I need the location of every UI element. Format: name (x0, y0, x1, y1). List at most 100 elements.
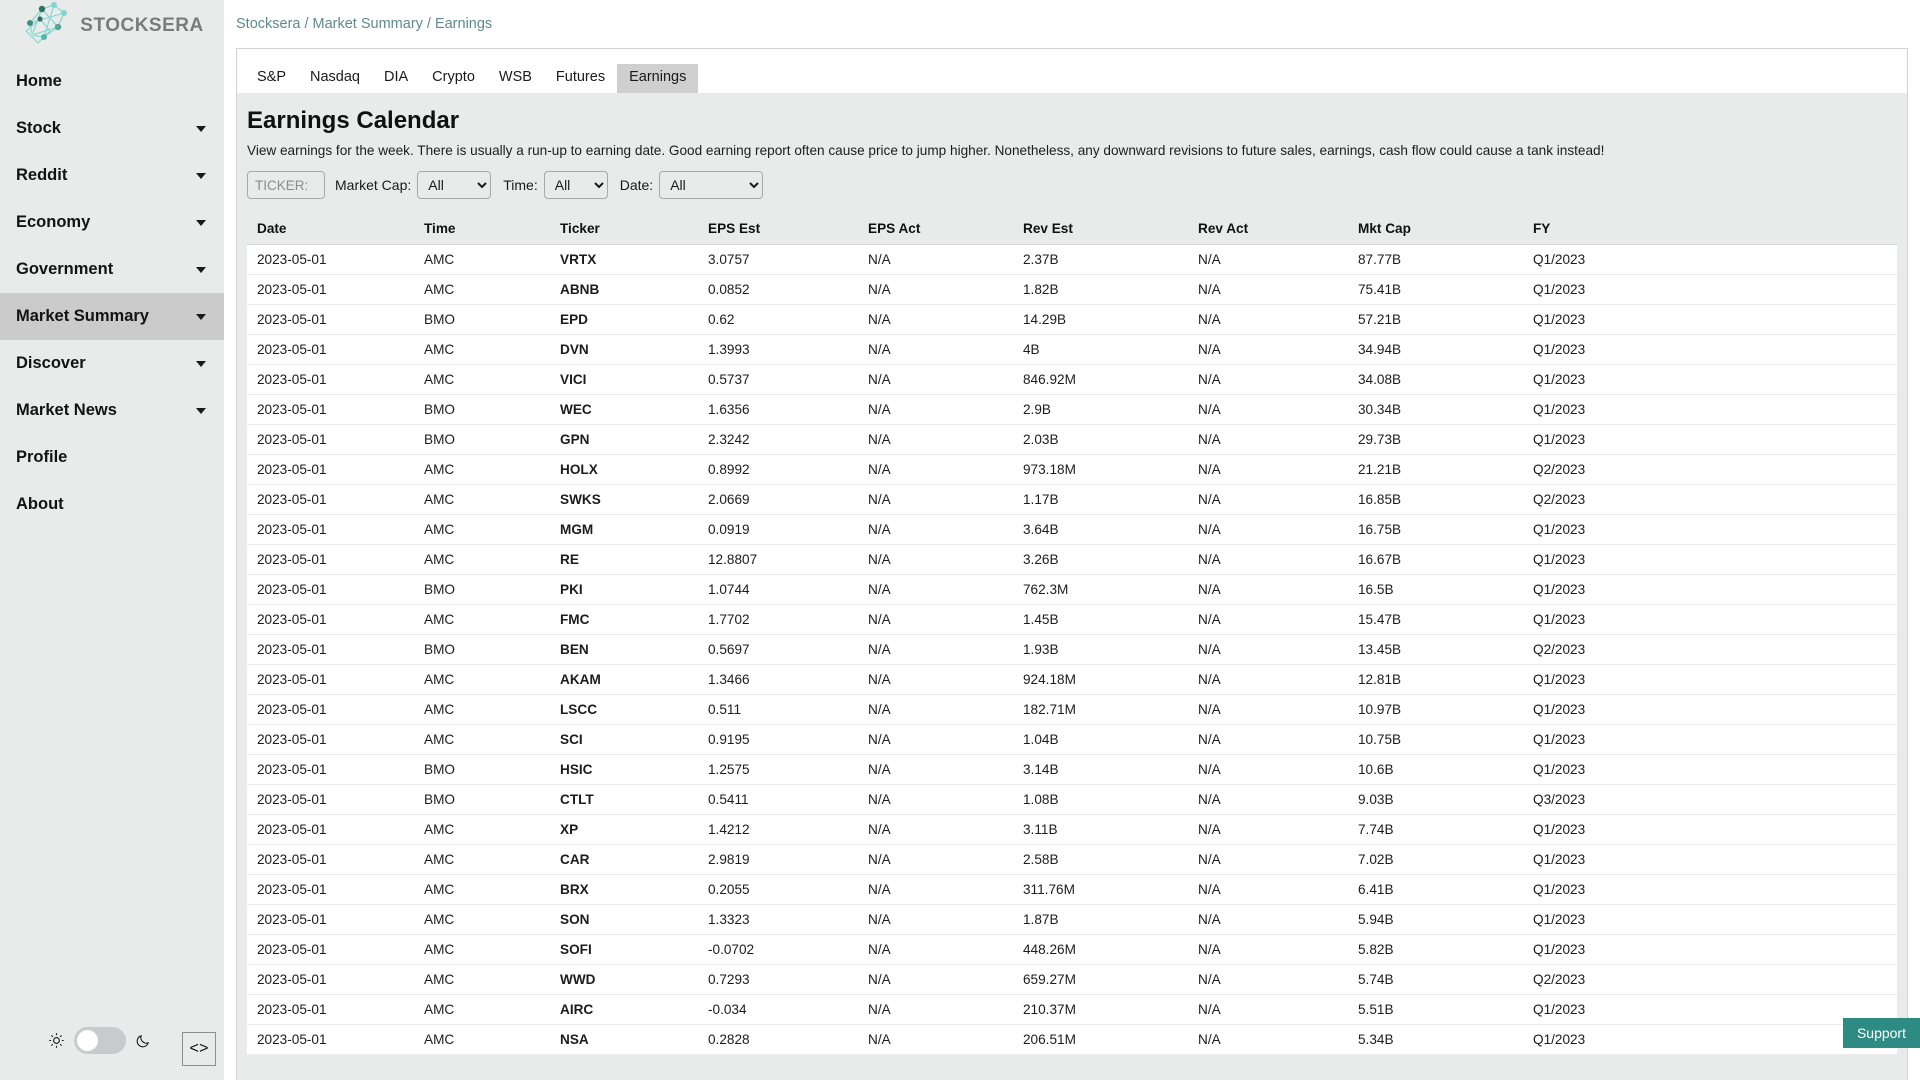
tab-earnings[interactable]: Earnings (617, 64, 698, 93)
sidebar-item-government[interactable]: Government (0, 246, 224, 293)
table-row[interactable]: 2023-05-01BMOGPN2.3242N/A2.03BN/A29.73BQ… (247, 425, 1897, 455)
table-row[interactable]: 2023-05-01AMCSWKS2.0669N/A1.17BN/A16.85B… (247, 485, 1897, 515)
table-row[interactable]: 2023-05-01BMOWEC1.6356N/A2.9BN/A30.34BQ1… (247, 395, 1897, 425)
cell-fy: Q1/2023 (1523, 305, 1897, 335)
column-header-eps-est[interactable]: EPS Est (698, 213, 858, 245)
tab-nasdaq[interactable]: Nasdaq (298, 64, 372, 93)
time-select[interactable]: All (544, 171, 608, 199)
brand[interactable]: STOCKSERA (0, 0, 224, 48)
cell-eps-est: 2.9819 (698, 845, 858, 875)
tab-futures[interactable]: Futures (544, 64, 617, 93)
table-row[interactable]: 2023-05-01BMOEPD0.62N/A14.29BN/A57.21BQ1… (247, 305, 1897, 335)
tab-dia[interactable]: DIA (372, 64, 420, 93)
cell-eps-est: 1.2575 (698, 755, 858, 785)
column-header-mkt-cap[interactable]: Mkt Cap (1348, 213, 1523, 245)
support-button[interactable]: Support (1843, 1018, 1920, 1048)
table-row[interactable]: 2023-05-01AMCVRTX3.0757N/A2.37BN/A87.77B… (247, 245, 1897, 275)
cell-date: 2023-05-01 (247, 455, 414, 485)
market-cap-select[interactable]: All (417, 171, 491, 199)
cell-ticker: CAR (550, 845, 698, 875)
column-header-date[interactable]: Date (247, 213, 414, 245)
cell-eps-est: 3.0757 (698, 245, 858, 275)
column-header-time[interactable]: Time (414, 213, 550, 245)
table-row[interactable]: 2023-05-01AMCVICI0.5737N/A846.92MN/A34.0… (247, 365, 1897, 395)
sidebar-item-market-summary[interactable]: Market Summary (0, 293, 224, 340)
table-row[interactable]: 2023-05-01BMOBEN0.5697N/A1.93BN/A13.45BQ… (247, 635, 1897, 665)
tab-sp[interactable]: S&P (245, 64, 298, 93)
cell-mkt-cap: 10.97B (1348, 695, 1523, 725)
cell-date: 2023-05-01 (247, 965, 414, 995)
table-row[interactable]: 2023-05-01AMCRE12.8807N/A3.26BN/A16.67BQ… (247, 545, 1897, 575)
table-row[interactable]: 2023-05-01AMCABNB0.0852N/A1.82BN/A75.41B… (247, 275, 1897, 305)
table-row[interactable]: 2023-05-01AMCFMC1.7702N/A1.45BN/A15.47BQ… (247, 605, 1897, 635)
cell-rev-est: 1.87B (1013, 905, 1188, 935)
cell-mkt-cap: 7.74B (1348, 815, 1523, 845)
table-row[interactable]: 2023-05-01AMCLSCC0.511N/A182.71MN/A10.97… (247, 695, 1897, 725)
cell-eps-est: 0.2828 (698, 1025, 858, 1055)
column-header-ticker[interactable]: Ticker (550, 213, 698, 245)
sun-icon (48, 1032, 65, 1049)
date-select[interactable]: All (659, 171, 763, 199)
sidebar-item-label: Reddit (16, 166, 67, 185)
table-row[interactable]: 2023-05-01BMOCTLT0.5411N/A1.08BN/A9.03BQ… (247, 785, 1897, 815)
cell-date: 2023-05-01 (247, 755, 414, 785)
table-row[interactable]: 2023-05-01AMCCAR2.9819N/A2.58BN/A7.02BQ1… (247, 845, 1897, 875)
table-row[interactable]: 2023-05-01AMCAKAM1.3466N/A924.18MN/A12.8… (247, 665, 1897, 695)
cell-rev-est: 659.27M (1013, 965, 1188, 995)
column-header-fy[interactable]: FY (1523, 213, 1897, 245)
table-row[interactable]: 2023-05-01AMCNSA0.2828N/A206.51MN/A5.34B… (247, 1025, 1897, 1055)
table-row[interactable]: 2023-05-01AMCSON1.3323N/A1.87BN/A5.94BQ1… (247, 905, 1897, 935)
tab-wsb[interactable]: WSB (487, 64, 544, 93)
cell-time: AMC (414, 935, 550, 965)
table-row[interactable]: 2023-05-01AMCSCI0.9195N/A1.04BN/A10.75BQ… (247, 725, 1897, 755)
column-header-rev-est[interactable]: Rev Est (1013, 213, 1188, 245)
cell-rev-est: 1.04B (1013, 725, 1188, 755)
theme-switch[interactable] (74, 1027, 126, 1054)
table-row[interactable]: 2023-05-01AMCSOFI-0.0702N/A448.26MN/A5.8… (247, 935, 1897, 965)
sidebar-item-market-news[interactable]: Market News (0, 387, 224, 434)
table-row[interactable]: 2023-05-01BMOPKI1.0744N/A762.3MN/A16.5BQ… (247, 575, 1897, 605)
cell-eps-est: 0.5737 (698, 365, 858, 395)
main-content: Stocksera / Market Summary / Earnings S&… (224, 0, 1920, 1080)
sidebar-item-about[interactable]: About (0, 481, 224, 528)
sidebar: STOCKSERA Home Stock Reddit Economy Gove… (0, 0, 224, 1080)
table-row[interactable]: 2023-05-01AMCHOLX0.8992N/A973.18MN/A21.2… (247, 455, 1897, 485)
cell-rev-est: 2.58B (1013, 845, 1188, 875)
cell-eps-est: 0.7293 (698, 965, 858, 995)
sidebar-collapse-button[interactable]: <> (182, 1032, 216, 1066)
table-row[interactable]: 2023-05-01BMOHSIC1.2575N/A3.14BN/A10.6BQ… (247, 755, 1897, 785)
column-header-eps-act[interactable]: EPS Act (858, 213, 1013, 245)
tab-crypto[interactable]: Crypto (420, 64, 487, 93)
table-row[interactable]: 2023-05-01AMCBRX0.2055N/A311.76MN/A6.41B… (247, 875, 1897, 905)
theme-toggle[interactable] (48, 1027, 152, 1054)
cell-eps-est: -0.0702 (698, 935, 858, 965)
cell-eps-act: N/A (858, 935, 1013, 965)
column-header-rev-act[interactable]: Rev Act (1188, 213, 1348, 245)
cell-eps-est: 1.0744 (698, 575, 858, 605)
cell-fy: Q1/2023 (1523, 605, 1897, 635)
cell-time: AMC (414, 695, 550, 725)
sidebar-item-home[interactable]: Home (0, 58, 224, 105)
sidebar-item-profile[interactable]: Profile (0, 434, 224, 481)
table-row[interactable]: 2023-05-01AMCAIRC-0.034N/A210.37MN/A5.51… (247, 995, 1897, 1025)
moon-icon (135, 1032, 152, 1049)
cell-eps-act: N/A (858, 635, 1013, 665)
sidebar-item-discover[interactable]: Discover (0, 340, 224, 387)
cell-mkt-cap: 29.73B (1348, 425, 1523, 455)
breadcrumb-separator: / (304, 16, 308, 32)
cell-ticker: GPN (550, 425, 698, 455)
table-row[interactable]: 2023-05-01AMCDVN1.3993N/A4BN/A34.94BQ1/2… (247, 335, 1897, 365)
sidebar-item-stock[interactable]: Stock (0, 105, 224, 152)
breadcrumb-root[interactable]: Stocksera (236, 16, 300, 32)
table-row[interactable]: 2023-05-01AMCWWD0.7293N/A659.27MN/A5.74B… (247, 965, 1897, 995)
table-row[interactable]: 2023-05-01AMCMGM0.0919N/A3.64BN/A16.75BQ… (247, 515, 1897, 545)
cell-ticker: SOFI (550, 935, 698, 965)
sidebar-item-economy[interactable]: Economy (0, 199, 224, 246)
cell-ticker: BRX (550, 875, 698, 905)
ticker-search-input[interactable] (247, 171, 325, 199)
breadcrumb-section[interactable]: Market Summary (313, 16, 423, 32)
cell-rev-act: N/A (1188, 755, 1348, 785)
app-root: STOCKSERA Home Stock Reddit Economy Gove… (0, 0, 1920, 1080)
sidebar-item-reddit[interactable]: Reddit (0, 152, 224, 199)
table-row[interactable]: 2023-05-01AMCXP1.4212N/A3.11BN/A7.74BQ1/… (247, 815, 1897, 845)
